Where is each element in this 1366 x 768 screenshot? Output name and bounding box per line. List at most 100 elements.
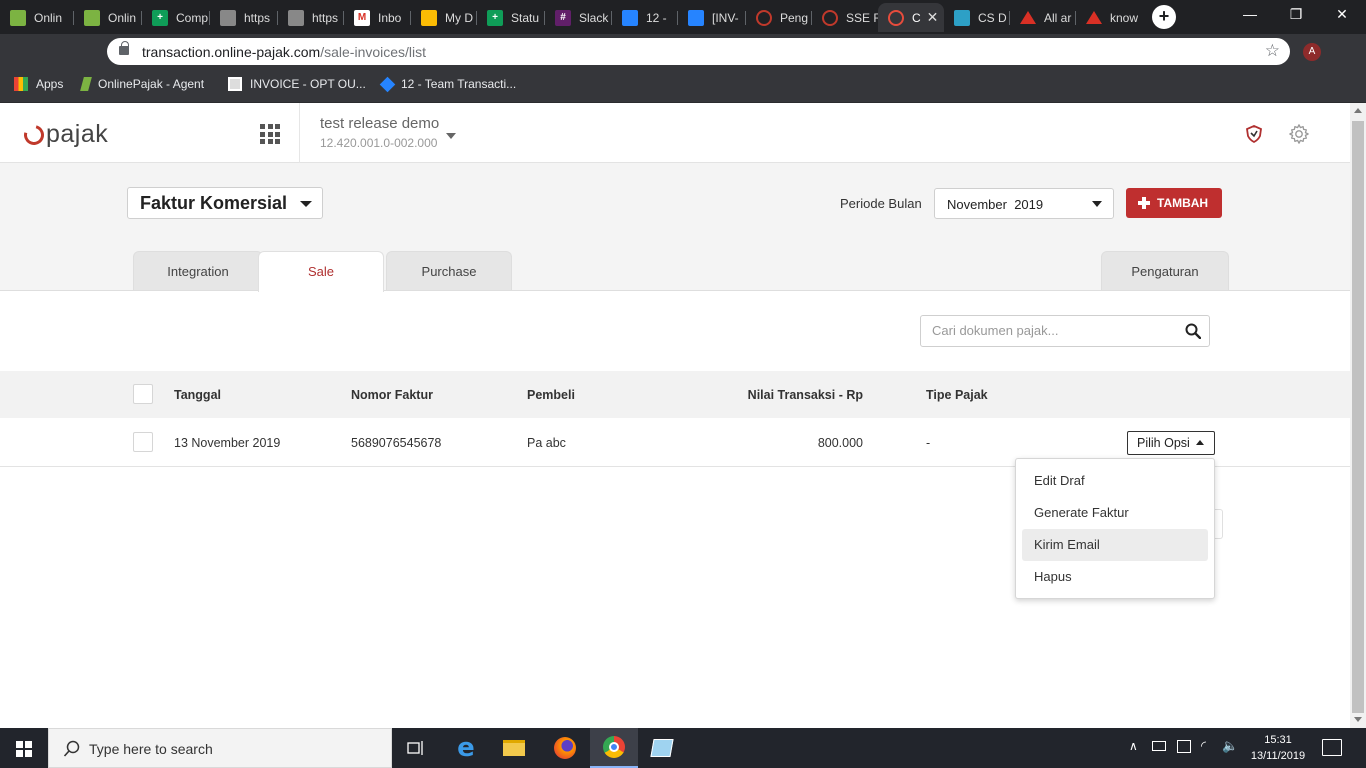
notifications-icon[interactable] <box>1322 739 1342 756</box>
periode-label: Periode Bulan <box>840 196 922 211</box>
sheets-icon: + <box>487 9 503 26</box>
address-bar[interactable]: transaction.online-pajak.com/sale-invoic… <box>107 38 1290 65</box>
chevron-up-icon[interactable]: ∧ <box>1129 739 1138 753</box>
browser-tab[interactable]: + Comp <box>142 3 210 32</box>
document-type-value: Faktur Komersial <box>140 193 288 213</box>
wifi-icon[interactable]: ◜ <box>1201 738 1206 754</box>
column-header-tanggal[interactable]: Tanggal <box>174 388 221 402</box>
profile-avatar[interactable]: A <box>1303 43 1321 61</box>
new-tab-button[interactable]: + <box>1152 5 1176 29</box>
window-close-icon[interactable]: ✕ <box>1332 6 1352 23</box>
notepad-icon[interactable] <box>638 728 686 768</box>
tab-label: Pengaturan <box>1131 264 1199 279</box>
chrome-icon[interactable] <box>590 728 638 768</box>
document-type-dropdown[interactable]: Faktur Komersial <box>127 187 323 219</box>
tab-purchase[interactable]: Purchase <box>386 251 512 291</box>
browser-tab[interactable]: M Inbo <box>344 3 411 32</box>
scroll-up-icon[interactable] <box>1354 108 1362 113</box>
menu-item-kirim-email[interactable]: Kirim Email <box>1022 529 1208 561</box>
start-button[interactable] <box>0 728 48 768</box>
windows-taskbar: Type here to search e ∧ ◜ 🔈 15:31 13/11/… <box>0 728 1366 768</box>
search-icon <box>63 740 80 757</box>
company-switcher[interactable]: test release demo 12.420.001.0-002.000 <box>320 115 439 150</box>
task-view-icon[interactable] <box>392 728 440 768</box>
pilih-opsi-button[interactable]: Pilih Opsi <box>1127 431 1215 455</box>
browser-tab[interactable]: All ar <box>1010 3 1076 32</box>
firefox-icon[interactable] <box>541 728 589 768</box>
onlinepajak-logo[interactable]: pajak <box>20 120 108 149</box>
periode-select[interactable]: November 2019 <box>934 188 1114 219</box>
onlinepajak-icon <box>888 9 904 26</box>
browser-tab[interactable]: [INV- <box>678 3 746 32</box>
browser-tab-label: know <box>1110 10 1139 25</box>
column-header-pembeli[interactable]: Pembeli <box>527 388 575 402</box>
shield-icon[interactable] <box>1245 125 1263 143</box>
network-icon[interactable] <box>1177 740 1191 753</box>
select-all-checkbox[interactable] <box>133 384 153 404</box>
browser-tab[interactable]: know <box>1076 3 1142 32</box>
browser-tab[interactable]: Onlin <box>0 3 74 32</box>
browser-tab-strip: Onlin Onlin + Comp https https M Inbo My D… <box>0 0 1366 34</box>
browser-tab-label: My D <box>445 10 473 25</box>
app-grid-icon[interactable] <box>260 124 280 144</box>
bookmark-item[interactable]: OnlinePajak - Agent <box>80 77 204 91</box>
jira-icon <box>379 76 396 92</box>
bookmark-item[interactable]: INVOICE - OPT OU... <box>228 77 366 91</box>
column-header-nilai-transaksi[interactable]: Nilai Transaksi - Rp <box>720 388 863 402</box>
header-divider <box>299 103 300 163</box>
browser-tab[interactable]: # Slack <box>545 3 612 32</box>
close-icon[interactable]: ✕ <box>927 9 939 26</box>
tab-label: Integration <box>167 264 229 279</box>
tab-integration[interactable]: Integration <box>133 251 263 291</box>
row-options-menu: Edit Draf Generate Faktur Kirim Email Ha… <box>1015 458 1215 599</box>
chevron-down-icon[interactable] <box>446 133 456 139</box>
add-button[interactable]: TAMBAH <box>1126 188 1222 218</box>
browser-tab[interactable]: SSE F <box>812 3 878 32</box>
menu-item-hapus[interactable]: Hapus <box>1022 561 1208 593</box>
jira-icon <box>622 9 638 26</box>
browser-tab[interactable]: Peng <box>746 3 812 32</box>
taskbar-clock[interactable]: 15:31 13/11/2019 <box>1248 732 1308 764</box>
search-icon[interactable] <box>1185 323 1201 339</box>
file-explorer-icon[interactable] <box>490 728 538 768</box>
menu-item-edit-draf[interactable]: Edit Draf <box>1022 465 1208 497</box>
bookmark-star-icon[interactable]: ☆ <box>1265 41 1280 61</box>
cell-tipe-pajak: - <box>926 436 931 450</box>
browser-tab[interactable]: + Statu <box>477 3 545 32</box>
scroll-down-icon[interactable] <box>1354 717 1362 722</box>
volume-icon[interactable]: 🔈 <box>1222 738 1238 754</box>
tab-sale[interactable]: Sale <box>258 251 384 292</box>
row-checkbox[interactable] <box>133 432 153 452</box>
bookmark-apps[interactable]: Apps <box>14 77 63 91</box>
url-text[interactable]: transaction.online-pajak.com/sale-invoic… <box>142 44 426 60</box>
browser-tab-active[interactable]: C ✕ <box>878 3 944 32</box>
onlinepajak-icon <box>822 9 838 26</box>
restore-icon[interactable]: ❐ <box>1286 6 1306 23</box>
taskbar-search[interactable]: Type here to search <box>48 728 392 768</box>
browser-tab[interactable]: 12 - <box>612 3 678 32</box>
browser-tab[interactable]: My D <box>411 3 477 32</box>
search-box[interactable] <box>920 315 1210 347</box>
page-scrollbar[interactable] <box>1350 103 1366 728</box>
bookmark-label: 12 - Team Transacti... <box>401 77 517 91</box>
bookmark-item[interactable]: 12 - Team Transacti... <box>379 76 517 92</box>
column-header-tipe-pajak[interactable]: Tipe Pajak <box>926 388 988 402</box>
url-path: /sale-invoices/list <box>320 44 427 60</box>
clock-time: 15:31 <box>1264 734 1292 746</box>
column-header-nomor-faktur[interactable]: Nomor Faktur <box>351 388 433 402</box>
battery-icon[interactable] <box>1152 741 1166 751</box>
minimize-icon[interactable]: — <box>1240 6 1260 22</box>
search-input[interactable] <box>932 323 1172 338</box>
browser-tab[interactable]: https <box>278 3 344 32</box>
menu-item-generate-faktur[interactable]: Generate Faktur <box>1022 497 1208 529</box>
triangle-icon <box>1086 11 1102 24</box>
browser-tab[interactable]: CS D <box>944 3 1010 32</box>
confluence-icon <box>954 9 970 26</box>
browser-tab-label: SSE F <box>846 10 878 25</box>
scrollbar-thumb[interactable] <box>1352 121 1364 713</box>
browser-tab[interactable]: Onlin <box>74 3 142 32</box>
gear-icon[interactable] <box>1288 123 1310 145</box>
browser-tab[interactable]: https <box>210 3 278 32</box>
tab-pengaturan[interactable]: Pengaturan <box>1101 251 1229 291</box>
edge-icon[interactable]: e <box>442 728 490 768</box>
